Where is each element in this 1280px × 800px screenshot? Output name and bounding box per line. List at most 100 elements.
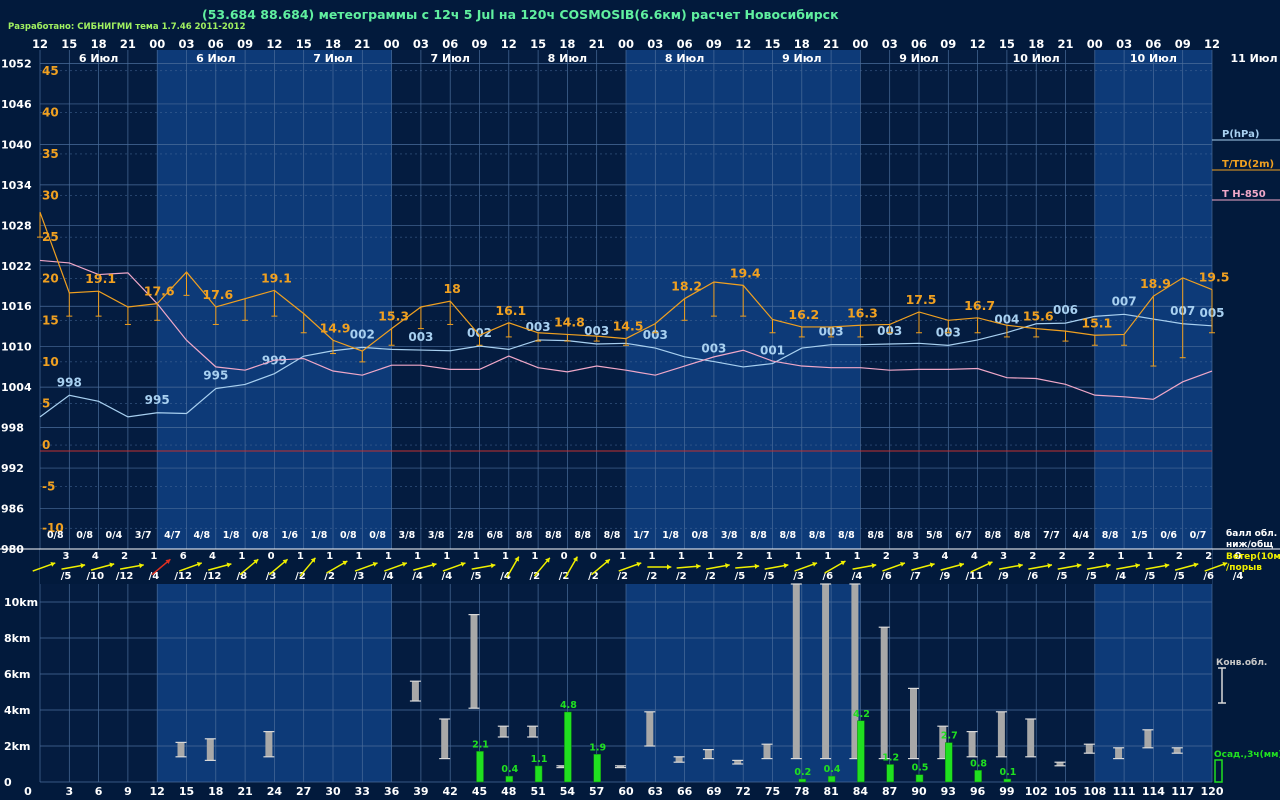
wind-gust-label: /4 (442, 571, 453, 582)
pressure-value-label: 007 (1112, 294, 1137, 308)
wind-speed-label: 4 (209, 551, 216, 562)
cloud-fraction-label: 8/8 (750, 530, 767, 541)
wind-gust-label: /3 (793, 571, 804, 582)
cloud-fraction-label: 8/8 (867, 530, 884, 541)
temperature-tick-label: 15 (42, 313, 59, 327)
forecast-hour-label: 93 (941, 785, 956, 798)
forecast-hour-label: 42 (443, 785, 458, 798)
time-tick-label: 21 (823, 37, 839, 51)
forecast-hour-label: 24 (267, 785, 283, 798)
time-tick-label: 21 (1057, 37, 1073, 51)
cloud-bar (646, 711, 654, 746)
time-tick-label: 12 (32, 37, 48, 51)
legend-temperature: T/TD(2m) (1222, 159, 1274, 170)
wind-gust-label: /5 (61, 571, 72, 582)
pressure-value-label: 004 (994, 313, 1019, 327)
forecast-hour-label: 96 (970, 785, 986, 798)
cloud-fraction-label: 0/8 (47, 530, 64, 541)
height-tick-label: 0 (4, 776, 12, 789)
pressure-value-label: 995 (203, 369, 228, 383)
precip-bar (798, 778, 807, 783)
wind-gust-label: /4 (852, 571, 863, 582)
precip-bar (857, 720, 865, 783)
cloud-fraction-label: 8/8 (985, 530, 1002, 541)
precip-value-label: 0.5 (912, 763, 929, 774)
forecast-hour-label: 0 (24, 785, 32, 798)
forecast-hour-label: 114 (1142, 785, 1165, 798)
time-tick-label: 18 (1028, 37, 1044, 51)
height-tick-label: 4km (4, 704, 30, 717)
cloud-fraction-label: 1/8 (311, 530, 328, 541)
cloud-fraction-label: 8/8 (779, 530, 796, 541)
time-tick-label: 12 (970, 37, 986, 51)
precip-value-label: 1.2 (882, 753, 899, 764)
temperature-value-label: 19.5 (1199, 270, 1230, 285)
pressure-value-label: 995 (145, 393, 170, 407)
height-tick-label: 6km (4, 668, 30, 681)
pressure-tick-label: 1016 (1, 300, 32, 313)
cloud-fraction-label: 1/5 (1131, 530, 1148, 541)
wind-gust-label: /2 (676, 571, 687, 582)
pressure-tick-label: 1022 (1, 260, 32, 273)
cloud-bar (792, 584, 800, 759)
precip-value-label: 1.9 (589, 742, 606, 753)
precip-value-label: 4.2 (853, 709, 870, 720)
precip-bar (915, 774, 924, 783)
temperature-value-label: 16.2 (788, 307, 819, 322)
pressure-tick-label: 1028 (1, 219, 32, 232)
temperature-tick-label: 0 (42, 438, 50, 452)
time-tick-label: 06 (911, 37, 927, 51)
forecast-hour-label: 75 (765, 785, 780, 798)
wind-gust-label: /6 (881, 571, 892, 582)
time-tick-label: 15 (764, 37, 780, 51)
temperature-value-label: 15.6 (1023, 309, 1054, 324)
forecast-hour-label: 78 (794, 785, 809, 798)
time-tick-label: 03 (1116, 37, 1132, 51)
wind-gust-label: /5 (1174, 571, 1185, 582)
time-tick-label: 00 (384, 37, 400, 51)
forecast-hour-label: 60 (618, 785, 634, 798)
cloud-fraction-label: 0/8 (369, 530, 386, 541)
forecast-hour-label: 87 (882, 785, 897, 798)
cloud-fraction-label: 0/8 (76, 530, 93, 541)
pressure-tick-label: 1040 (1, 138, 32, 151)
wind-speed-label: 1 (649, 551, 656, 562)
wind-speed-label: 1 (766, 551, 773, 562)
pressure-tick-label: 1052 (1, 57, 32, 70)
wind-speed-label: 1 (356, 551, 363, 562)
forecast-hour-label: 9 (124, 785, 132, 798)
pressure-value-label: 003 (408, 330, 433, 344)
precip-value-label: 0.8 (970, 758, 987, 769)
temperature-value-label: 18 (443, 281, 460, 296)
wind-gust-label: /4 (383, 571, 394, 582)
precip-bar (974, 770, 982, 783)
wind-speed-label: 3 (1000, 551, 1007, 562)
day-label: 9 Июл (899, 52, 938, 65)
cloud-bar (206, 738, 214, 761)
cloud-bar (1173, 747, 1181, 754)
cloud-fraction-label: 0/8 (340, 530, 357, 541)
pressure-tick-label: 1046 (1, 98, 32, 111)
forecast-hour-label: 12 (150, 785, 165, 798)
cloud-fraction-label: 8/8 (809, 530, 826, 541)
cloud-fraction-label: 0/6 (1160, 530, 1177, 541)
day-label: 8 Июл (665, 52, 704, 65)
forecast-hour-label: 27 (296, 785, 311, 798)
forecast-hour-label: 3 (65, 785, 73, 798)
wind-gust-label: /11 (966, 571, 984, 582)
cloud-fraction-label: 8/8 (838, 530, 855, 541)
wind-speed-label: 0 (561, 551, 568, 562)
cloud-bar (470, 614, 478, 709)
cloud-bar (529, 726, 537, 737)
cloud-bar (822, 584, 830, 759)
wind-gust-label: /5 (471, 571, 482, 582)
cloud-bar (1115, 747, 1123, 759)
time-tick-label: 06 (677, 37, 693, 51)
wind-gust-label: /2 (617, 571, 628, 582)
wind-gust-label: /6 (822, 571, 833, 582)
time-tick-label: 15 (296, 37, 312, 51)
temperature-tick-label: -5 (42, 480, 55, 494)
precip-value-label: 2.7 (941, 731, 958, 742)
time-tick-label: 06 (208, 37, 224, 51)
day-label: 7 Июл (430, 52, 469, 65)
